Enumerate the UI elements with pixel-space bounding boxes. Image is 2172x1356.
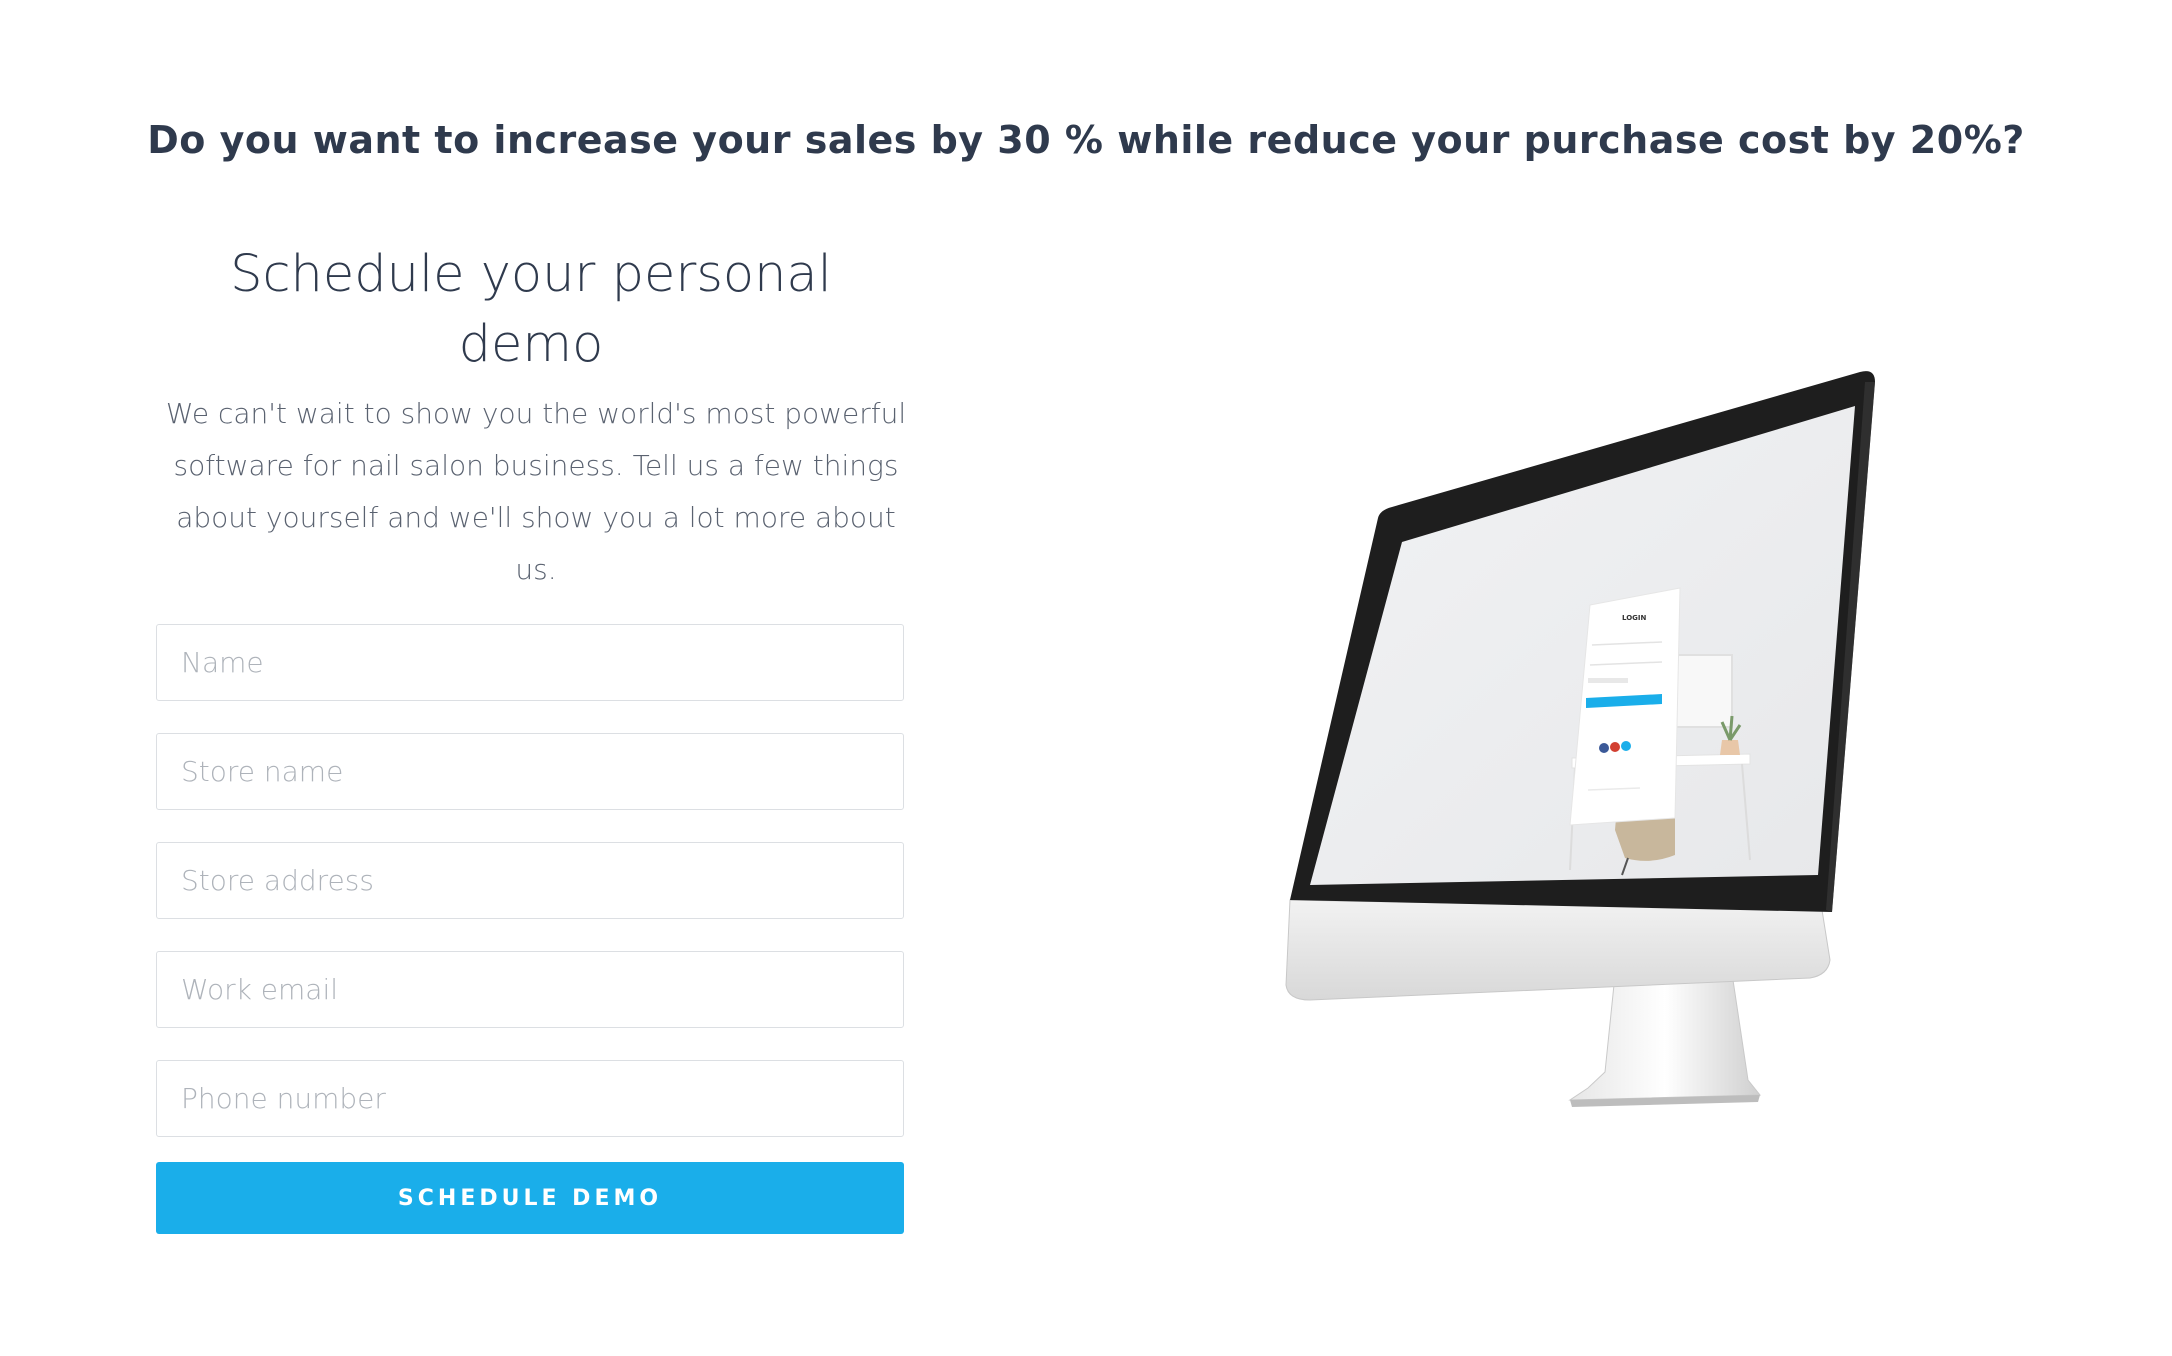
- schedule-demo-button[interactable]: SCHEDULE DEMO: [156, 1162, 904, 1234]
- schedule-demo-form: SCHEDULE DEMO: [156, 624, 904, 1234]
- store-address-input[interactable]: [156, 842, 904, 919]
- phone-number-input[interactable]: [156, 1060, 904, 1137]
- demo-intro: Schedule your personal demo We can't wai…: [156, 240, 906, 596]
- demo-title: Schedule your personal demo: [230, 245, 832, 374]
- monitor-illustration: LOGIN: [1270, 360, 1920, 1120]
- monitor-body: [1285, 371, 1875, 1001]
- store-name-input[interactable]: [156, 733, 904, 810]
- page-headline: Do you want to increase your sales by 30…: [147, 118, 2025, 162]
- login-title: LOGIN: [1622, 614, 1647, 622]
- demo-description: We can't wait to show you the world's mo…: [165, 397, 907, 586]
- name-input[interactable]: [156, 624, 904, 701]
- work-email-input[interactable]: [156, 951, 904, 1028]
- monitor-illustration-svg: LOGIN: [1285, 371, 1875, 1107]
